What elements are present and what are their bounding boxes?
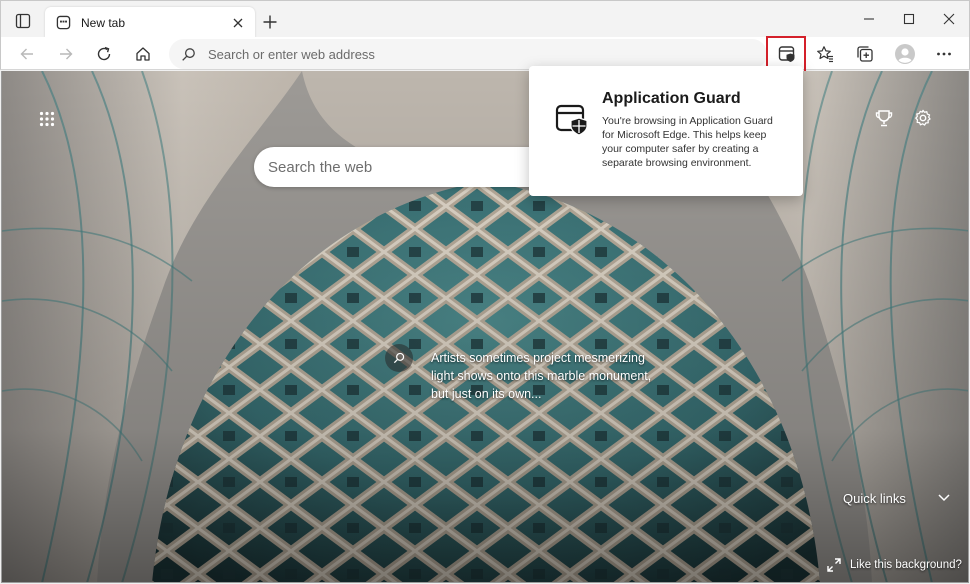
profile-avatar [895,44,915,64]
home-icon [136,47,150,61]
window-close-button[interactable] [931,7,967,31]
chevron-down-icon [936,490,952,506]
like-background-link[interactable]: Like this background? [826,557,962,573]
gear-icon [915,109,931,126]
maximize-button[interactable] [891,7,927,31]
web-search-placeholder: Search the web [268,158,373,176]
quick-links-toggle[interactable]: Quick links [843,490,952,506]
search-icon [393,352,405,364]
close-icon [233,18,243,27]
caption-line: Artists sometimes project mesmerizing [431,351,645,365]
application-guard-flyout: Application Guard You're browsing in App… [529,66,803,196]
tab-new-tab[interactable]: New tab [45,7,255,38]
favorites-icon [817,46,833,63]
maximize-icon [903,13,915,25]
more-button[interactable] [930,40,958,68]
tab-actions-icon [15,13,31,29]
back-button[interactable] [13,40,41,68]
image-caption[interactable]: Artists sometimes project mesmerizing li… [431,349,671,403]
title-bar: New tab [0,0,970,38]
tab-close-button[interactable] [227,12,249,34]
search-icon [182,47,195,61]
flyout-body-line: for Microsoft Edge. This helps keep [602,129,767,141]
forward-arrow-icon [60,48,73,60]
tab-actions-button[interactable] [11,10,35,32]
flyout-body-line: You're browsing in Application Guard [602,115,773,127]
flyout-body-line: separate browsing environment. [602,157,752,169]
minimize-icon [864,18,874,20]
favorites-button[interactable] [811,40,839,68]
expand-icon [826,557,842,573]
flyout-title: Application Guard [602,90,741,107]
caption-line: light shows onto this marble monument, [431,369,652,383]
more-icon [937,52,951,56]
apps-grid-icon [39,111,55,127]
collections-icon [857,46,873,62]
toolbar: Search or enter web address [0,37,970,70]
close-icon [943,13,955,25]
image-info-button[interactable] [385,344,413,372]
new-tab-favicon [55,15,71,31]
apps-launcher-button[interactable] [36,108,58,130]
rewards-trophy-icon [875,110,893,127]
address-placeholder: Search or enter web address [208,46,375,62]
caption-line: but just on its own... [431,387,542,401]
application-guard-icon [555,104,588,136]
quick-links-label: Quick links [843,490,906,506]
forward-button[interactable] [52,40,80,68]
flyout-body-line: your computer safer by creating a [602,143,759,155]
home-button[interactable] [129,40,157,68]
plus-icon [263,15,277,29]
back-arrow-icon [20,48,33,60]
page-settings-button[interactable] [911,106,935,130]
collections-button[interactable] [851,40,879,68]
tab-title: New tab [81,15,126,30]
like-background-label: Like this background? [850,559,962,571]
web-search-box[interactable]: Search the web [254,147,544,187]
minimize-button[interactable] [851,7,887,31]
flyout-description: You're browsing in Application Guard for… [602,114,788,170]
address-bar[interactable]: Search or enter web address [169,39,767,69]
new-tab-button[interactable] [259,11,281,33]
refresh-button[interactable] [90,40,118,68]
rewards-button[interactable] [872,106,896,130]
profile-button[interactable] [891,40,919,68]
refresh-icon [97,46,111,61]
